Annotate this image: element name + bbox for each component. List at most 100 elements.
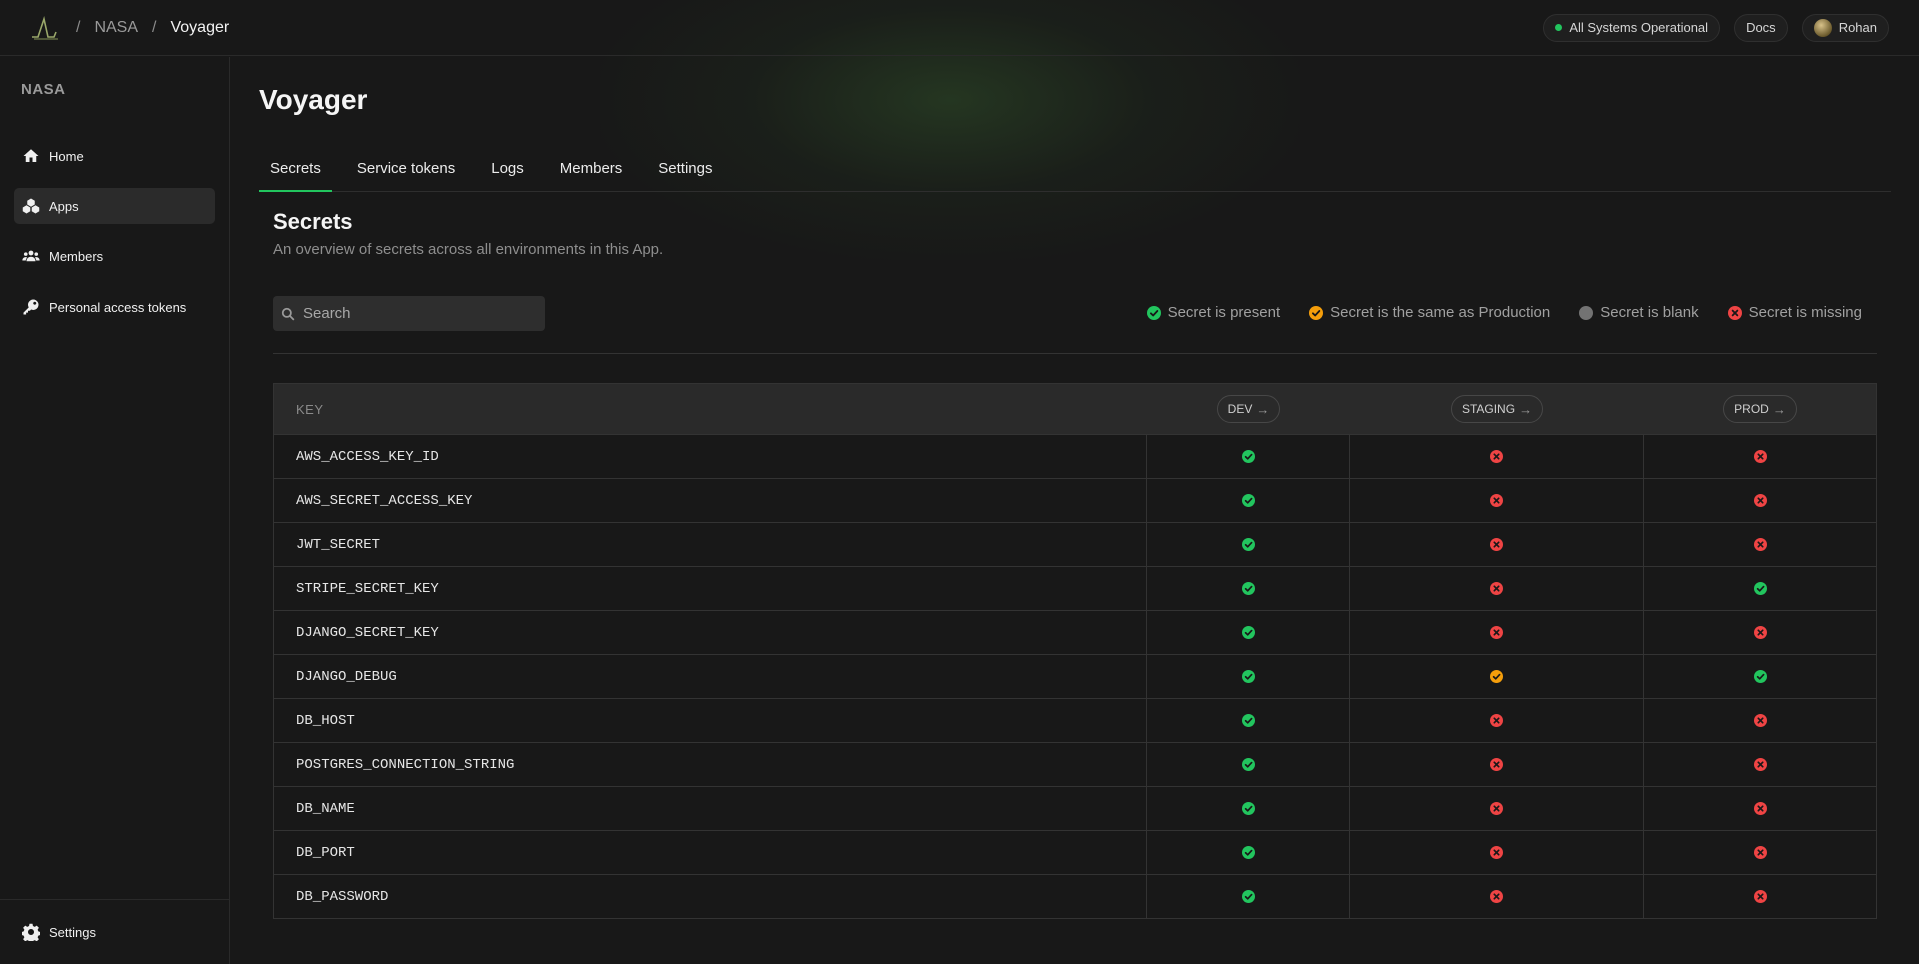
table-row[interactable]: AWS_ACCESS_KEY_ID [274,434,1876,478]
sidebar-item-label: Members [49,248,104,264]
status-same-icon [1490,670,1503,683]
sidebar-item-apps[interactable]: Apps [14,188,215,224]
env-status-cell-staging [1350,611,1644,654]
top-bar: / NASA / Voyager All Systems Operational… [0,0,1919,56]
system-status-label: All Systems Operational [1569,20,1709,35]
status-present-icon [1241,582,1255,595]
status-missing-icon [1753,494,1767,507]
legend-label: Secret is the same as Production [1330,304,1551,321]
status-missing-icon [1727,305,1742,320]
table-row[interactable]: JWT_SECRET [274,522,1876,566]
breadcrumb-separator: / [152,18,157,36]
env-label: DEV [1227,402,1253,416]
env-status-cell-dev [1147,523,1350,566]
env-status-cell-prod [1644,655,1876,698]
status-present-icon [1241,758,1255,771]
section-title: Secrets [273,209,353,234]
table-row[interactable]: DB_PASSWORD [274,874,1876,918]
env-status-cell-dev [1147,655,1350,698]
env-status-cell-staging [1350,699,1644,742]
env-status-cell-dev [1147,787,1350,830]
status-present-icon [1241,890,1255,903]
table-row[interactable]: POSTGRES_CONNECTION_STRING [274,742,1876,786]
sidebar-item-members[interactable]: Members [14,238,215,274]
key-column-header: KEY [296,401,324,417]
sidebar-item-home[interactable]: Home [14,138,215,174]
status-missing-icon [1753,846,1767,859]
env-header-staging: STAGING → [1350,395,1644,423]
env-header-prod: PROD → [1644,395,1876,423]
status-present-icon [1241,494,1255,507]
env-status-cell-staging [1350,875,1644,918]
arrow-right-icon: → [1256,401,1270,417]
app-logo-icon[interactable] [30,14,62,42]
env-status-cell-staging [1350,831,1644,874]
user-menu-button[interactable]: Rohan [1801,13,1889,42]
table-row[interactable]: DJANGO_DEBUG [274,654,1876,698]
system-status-badge[interactable]: All Systems Operational [1543,13,1721,42]
status-missing-icon [1490,758,1503,771]
env-status-cell-staging [1350,479,1644,522]
status-missing-icon [1490,890,1503,903]
env-header-dev: DEV → [1147,395,1350,423]
status-missing-icon [1490,450,1503,463]
sidebar-item-settings[interactable]: Settings [14,914,215,950]
status-dot-icon [1555,24,1563,31]
breadcrumb-org[interactable]: NASA [94,19,138,37]
apps-icon [22,198,40,214]
status-missing-icon [1490,494,1503,507]
tab-logs[interactable]: Logs [480,155,535,192]
breadcrumb-app[interactable]: Voyager [170,19,229,37]
secret-key-cell: AWS_SECRET_ACCESS_KEY [274,479,1147,522]
docs-button[interactable]: Docs [1734,13,1788,42]
secret-key-cell: DB_NAME [274,787,1147,830]
env-status-cell-prod [1644,523,1876,566]
tab-service-tokens[interactable]: Service tokens [346,155,466,192]
env-prod-button[interactable]: PROD → [1723,395,1797,423]
table-row[interactable]: DB_PORT [274,830,1876,874]
env-staging-button[interactable]: STAGING → [1450,395,1544,423]
page-title: Voyager [259,84,368,115]
status-present-icon [1241,626,1255,639]
env-label: STAGING [1461,402,1516,416]
legend-item-same: Secret is the same as Production [1309,304,1550,321]
legend-item-blank: Secret is blank [1579,304,1699,321]
env-status-cell-dev [1147,743,1350,786]
env-status-cell-dev [1147,567,1350,610]
table-row[interactable]: STRIPE_SECRET_KEY [274,566,1876,610]
tab-secrets[interactable]: Secrets [259,155,332,192]
table-row[interactable]: AWS_SECRET_ACCESS_KEY [274,478,1876,522]
status-same-icon [1309,305,1324,320]
sidebar-item-personal-access-tokens[interactable]: Personal access tokens [14,289,215,325]
table-row[interactable]: DB_NAME [274,786,1876,830]
key-icon [23,299,39,315]
env-status-cell-dev [1147,831,1350,874]
status-missing-icon [1753,714,1767,727]
status-missing-icon [1490,538,1503,551]
table-row[interactable]: DJANGO_SECRET_KEY [274,610,1876,654]
env-status-cell-staging [1350,743,1644,786]
avatar [1813,18,1832,37]
status-present-icon [1241,450,1255,463]
env-label: PROD [1734,402,1769,416]
secret-key-cell: POSTGRES_CONNECTION_STRING [274,743,1147,786]
sidebar-item-label: Home [49,148,84,164]
secret-key-cell: DJANGO_DEBUG [274,655,1147,698]
legend-item-present: Secret is present [1146,304,1280,321]
tab-settings[interactable]: Settings [647,155,723,192]
secret-key-cell: DJANGO_SECRET_KEY [274,611,1147,654]
secret-key-cell: DB_PASSWORD [274,875,1147,918]
env-status-cell-prod [1644,743,1876,786]
env-status-cell-prod [1644,831,1876,874]
search-input[interactable] [303,305,533,322]
gear-icon [22,923,40,941]
status-present-icon [1753,670,1767,683]
env-status-cell-prod [1644,567,1876,610]
tab-members[interactable]: Members [549,155,634,192]
status-present-icon [1146,305,1161,320]
sidebar-item-label: Personal access tokens [49,299,187,315]
env-dev-button[interactable]: DEV → [1216,395,1281,423]
docs-label: Docs [1746,20,1776,35]
table-row[interactable]: DB_HOST [274,698,1876,742]
section-divider [273,353,1877,354]
